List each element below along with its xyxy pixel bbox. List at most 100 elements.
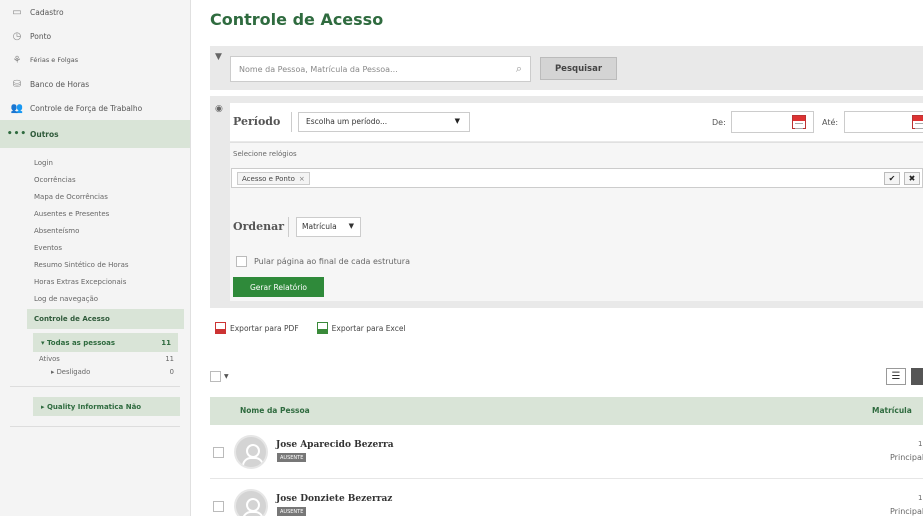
date-from-input[interactable]	[731, 111, 814, 133]
matricula-value: 1	[918, 494, 923, 502]
sidebar-item-ferias[interactable]: ⚘ Férias e Folgas	[0, 48, 190, 72]
matricula-value: 1	[918, 440, 923, 448]
submenu-item-ausentes-presentes[interactable]: Ausentes e Presentes	[0, 205, 190, 222]
sidebar-item-label: Controle de Força de Trabalho	[30, 103, 143, 113]
tree-node-ativos[interactable]: Ativos 11	[33, 352, 178, 365]
status-badge: AUSENTE	[277, 453, 307, 462]
dots-icon: •••	[6, 129, 28, 139]
periodo-select-value: Escolha um período...	[306, 117, 388, 126]
divider	[10, 426, 180, 427]
submenu-item-log-navegacao[interactable]: Log de navegação	[0, 290, 190, 307]
search-button[interactable]: Pesquisar	[540, 57, 617, 80]
tree-node-label: ▸ Desligado	[51, 367, 91, 376]
submenu-outros: Login Ocorrências Mapa de Ocorrências Au…	[0, 154, 190, 329]
relogio-tag[interactable]: Acesso e Ponto ×	[237, 172, 310, 185]
tree-node-label: ▾ Todas as pessoas	[41, 338, 116, 347]
skip-page-option[interactable]: Pular página ao final de cada estrutura	[236, 256, 410, 267]
caret-down-icon: ▼	[348, 222, 354, 230]
date-to-input[interactable]	[844, 111, 923, 133]
sidebar-item-label: Outros	[30, 129, 59, 139]
person-name[interactable]: Jose Aparecido Bezerra	[276, 440, 394, 450]
collapse-icon[interactable]: ◉	[215, 104, 223, 114]
id-card-icon: ▭	[12, 6, 22, 18]
bulk-select-dropdown[interactable]: ▼	[210, 371, 229, 382]
search-bar: ▼ Nome da Pessoa, Matrícula da Pessoa...…	[210, 46, 923, 90]
date-from-label: De:	[712, 118, 726, 127]
relogios-tags-input[interactable]: Acesso e Ponto × ✔ ✖	[231, 168, 923, 188]
calendar-icon[interactable]	[792, 115, 806, 129]
export-pdf-link[interactable]: Exportar para PDF	[215, 322, 299, 334]
avatar	[234, 489, 268, 516]
submenu-item-horas-extras[interactable]: Horas Extras Excepcionais	[0, 273, 190, 290]
status-badge: AUSENTE	[277, 507, 307, 516]
sidebar-item-label: Ponto	[30, 31, 52, 41]
ordenar-select[interactable]: Matrícula ▼	[296, 217, 361, 237]
submenu-item-login[interactable]: Login	[0, 154, 190, 171]
tree-node-count: 0	[169, 367, 174, 376]
grid-view-icon[interactable]	[911, 368, 923, 385]
tree-node-desligado[interactable]: ▸ Desligado 0	[33, 365, 178, 378]
sidebar-item-outros[interactable]: ••• Outros	[0, 120, 190, 148]
list-view-icon[interactable]: ☰	[886, 368, 906, 385]
table-row[interactable]: Jose Aparecido Bezerra AUSENTE 1 Princip…	[210, 426, 923, 479]
sidebar-item-label: Banco de Horas	[30, 79, 90, 89]
tree-node-label: Ativos	[39, 354, 60, 363]
tree-node-count: 11	[161, 338, 171, 347]
report-filters-panel: ◉ Período Escolha um período... ▼ De: At…	[210, 96, 923, 308]
ordenar-select-value: Matrícula	[302, 222, 337, 231]
search-input[interactable]: Nome da Pessoa, Matrícula da Pessoa... ⌕	[230, 56, 531, 82]
matricula-type: Principal	[890, 507, 923, 516]
row-checkbox[interactable]	[213, 501, 224, 512]
matricula-type: Principal	[890, 453, 923, 462]
ordenar-section: Ordenar Matrícula ▼ Pular página ao fina…	[230, 188, 923, 301]
row-checkbox[interactable]	[213, 447, 224, 458]
filter-icon[interactable]: ▼	[215, 52, 222, 62]
generate-report-button[interactable]: Gerar Relatório	[233, 277, 324, 297]
relogios-label: Selecione relógios	[233, 150, 297, 158]
submenu-item-eventos[interactable]: Eventos	[0, 239, 190, 256]
submenu-item-ocorrencias[interactable]: Ocorrências	[0, 171, 190, 188]
relogios-section: Selecione relógios Acesso e Ponto × ✔ ✖	[230, 142, 923, 188]
palm-tree-icon: ⚘	[12, 54, 22, 66]
select-all-checkbox[interactable]	[210, 371, 221, 382]
tree-node-quality[interactable]: ▸ Quality Informatica Não	[33, 397, 180, 416]
divider	[291, 112, 292, 132]
avatar	[234, 435, 268, 469]
export-excel-link[interactable]: Exportar para Excel	[316, 322, 406, 334]
users-icon: 👥	[10, 102, 24, 114]
remove-tag-icon[interactable]: ×	[299, 175, 305, 183]
divider	[288, 217, 289, 237]
person-name[interactable]: Jose Donziete Bezerraz	[276, 494, 392, 504]
sidebar-item-banco-horas[interactable]: ⛁ Banco de Horas	[0, 72, 190, 96]
export-pdf-label: Exportar para PDF	[230, 323, 299, 333]
submenu-item-controle-acesso[interactable]: Controle de Acesso	[27, 309, 184, 329]
export-toolbar: Exportar para PDF Exportar para Excel	[215, 322, 424, 334]
submenu-item-resumo-sintetico[interactable]: Resumo Sintético de Horas	[0, 256, 190, 273]
confirm-selection-button[interactable]: ✔	[884, 172, 900, 185]
divider	[10, 386, 180, 387]
submenu-item-absenteismo[interactable]: Absenteísmo	[0, 222, 190, 239]
table-header: Nome da Pessoa Matrícula	[210, 397, 923, 425]
clear-selection-button[interactable]: ✖	[904, 172, 920, 185]
sidebar: ▭ Cadastro ◷ Ponto ⚘ Férias e Folgas ⛁ B…	[0, 0, 191, 516]
column-header-nome[interactable]: Nome da Pessoa	[240, 406, 310, 415]
relogio-tag-label: Acesso e Ponto	[242, 174, 295, 183]
date-to-label: Até:	[822, 118, 839, 127]
periodo-row: Período Escolha um período... ▼ De: Até:	[230, 103, 923, 141]
periodo-select[interactable]: Escolha um período... ▼	[298, 112, 470, 132]
submenu-item-mapa-ocorrencias[interactable]: Mapa de Ocorrências	[0, 188, 190, 205]
sidebar-item-label: Cadastro	[30, 7, 64, 17]
caret-down-icon: ▼	[224, 373, 229, 380]
skip-page-label: Pular página ao final de cada estrutura	[254, 257, 410, 266]
calendar-icon[interactable]	[912, 115, 923, 129]
skip-page-checkbox[interactable]	[236, 256, 247, 267]
page-title: Controle de Acesso	[210, 10, 384, 29]
table-row[interactable]: Jose Donziete Bezerraz AUSENTE 1 Princip…	[210, 480, 923, 516]
tree-node-todas-pessoas[interactable]: ▾ Todas as pessoas 11	[33, 333, 178, 352]
sidebar-item-cadastro[interactable]: ▭ Cadastro	[0, 0, 190, 24]
ordenar-label: Ordenar	[233, 220, 284, 233]
sidebar-item-label: Férias e Folgas	[30, 56, 79, 64]
sidebar-item-forca-trabalho[interactable]: 👥 Controle de Força de Trabalho	[0, 96, 190, 120]
column-header-matricula[interactable]: Matrícula	[872, 406, 912, 415]
sidebar-item-ponto[interactable]: ◷ Ponto	[0, 24, 190, 48]
